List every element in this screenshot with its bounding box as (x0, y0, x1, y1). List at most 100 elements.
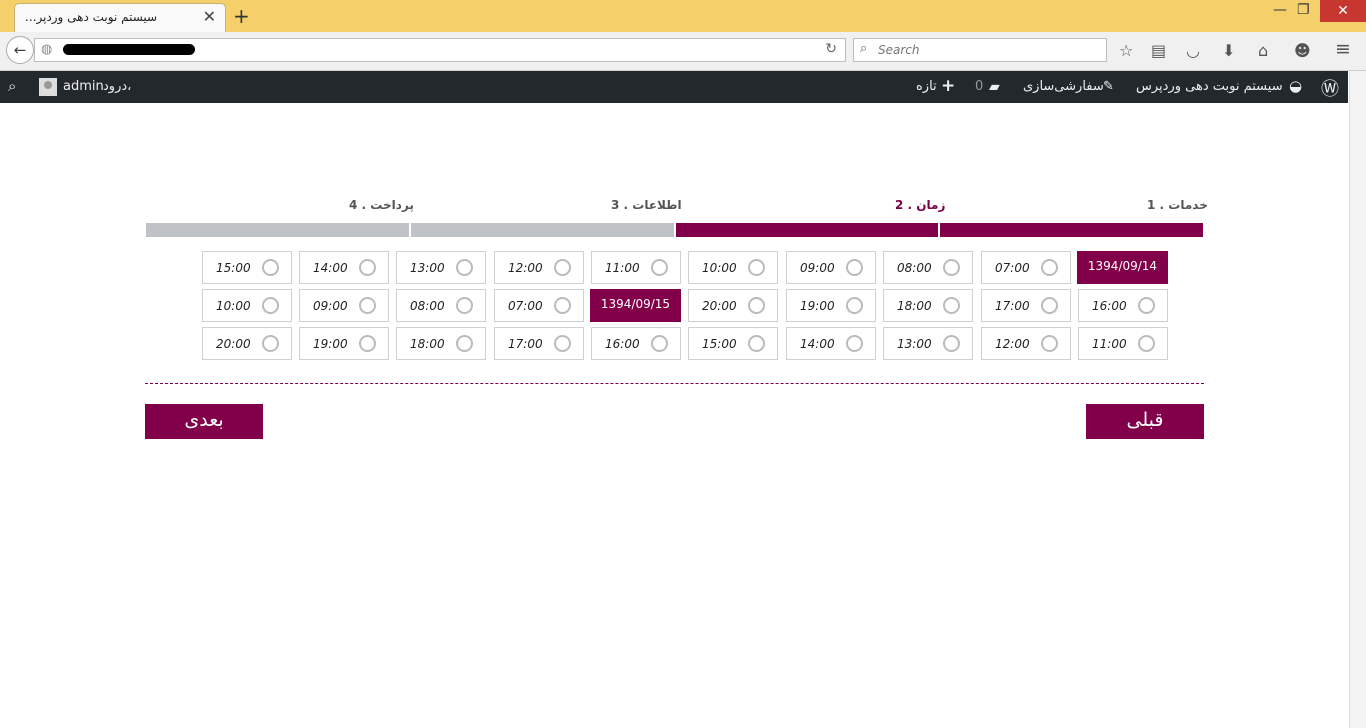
time-slot[interactable]: 07:00 (981, 251, 1071, 284)
new-content-label[interactable]: تازه (916, 79, 937, 94)
wordpress-logo-icon[interactable]: Ⓦ (1321, 75, 1339, 101)
time-slot[interactable]: 11:00 (1078, 327, 1168, 360)
url-bar[interactable]: ◍ ↻ (34, 38, 846, 62)
back-arrow-icon[interactable]: ← (6, 36, 34, 64)
time-slot-radio[interactable] (456, 259, 473, 276)
time-slot[interactable]: 17:00 (494, 327, 584, 360)
time-slot[interactable]: 08:00 (883, 251, 973, 284)
time-slot-radio[interactable] (651, 259, 668, 276)
time-slot-label: 08:00 (897, 261, 932, 275)
time-slot-label: 16:00 (1092, 299, 1127, 313)
download-icon[interactable]: ⬇ (1222, 41, 1235, 60)
site-name-link[interactable]: سیستم نوبت دهی وردپرس (1136, 79, 1283, 94)
time-slot[interactable]: 07:00 (494, 289, 584, 322)
time-slot[interactable]: 08:00 (396, 289, 486, 322)
time-slot-label: 12:00 (508, 261, 543, 275)
time-slot-radio[interactable] (1041, 297, 1058, 314)
time-slot[interactable]: 10:00 (202, 289, 292, 322)
avatar[interactable] (39, 78, 57, 96)
time-slot[interactable]: 20:00 (202, 327, 292, 360)
restore-icon[interactable]: ❐ (1297, 2, 1310, 18)
time-slot-radio[interactable] (846, 335, 863, 352)
time-slot-radio[interactable] (359, 335, 376, 352)
browser-tab[interactable]: سیستم نوبت دهی وردپر... ✕ (14, 3, 226, 32)
time-slot[interactable]: 11:00 (591, 251, 681, 284)
time-slot[interactable]: 19:00 (786, 289, 876, 322)
time-slot-radio[interactable] (359, 297, 376, 314)
time-slot-radio[interactable] (1138, 335, 1155, 352)
time-slot-radio[interactable] (846, 259, 863, 276)
time-slot-radio[interactable] (554, 259, 571, 276)
time-slot-radio[interactable] (748, 259, 765, 276)
time-slot-radio[interactable] (1041, 259, 1058, 276)
time-slot-radio[interactable] (651, 335, 668, 352)
time-slot[interactable]: 18:00 (396, 327, 486, 360)
time-slot[interactable]: 16:00 (591, 327, 681, 360)
bookmark-star-icon[interactable]: ☆ (1119, 41, 1133, 60)
time-slot-label: 09:00 (800, 261, 835, 275)
time-slot-radio[interactable] (554, 335, 571, 352)
plus-icon[interactable]: + (941, 76, 955, 96)
next-button[interactable]: بعدی (145, 404, 263, 439)
time-slot[interactable]: 17:00 (981, 289, 1071, 322)
time-slot-label: 10:00 (216, 299, 251, 313)
new-tab-button[interactable]: + (233, 4, 250, 28)
time-slot[interactable]: 10:00 (688, 251, 778, 284)
browser-tab-strip: سیستم نوبت دهی وردپر... ✕ + — ❐ ✕ (0, 0, 1366, 32)
time-slot-radio[interactable] (262, 335, 279, 352)
time-slot[interactable]: 20:00 (688, 289, 778, 322)
time-slot-radio[interactable] (748, 335, 765, 352)
pocket-icon[interactable]: ◡ (1186, 41, 1200, 60)
customize-link[interactable]: سفارشی‌سازی (1023, 79, 1104, 94)
time-slot[interactable]: 12:00 (494, 251, 584, 284)
home-icon[interactable]: ⌂ (1258, 41, 1268, 60)
time-slot[interactable]: 14:00 (299, 251, 389, 284)
window-close-icon[interactable]: ✕ (1320, 0, 1366, 22)
time-slot[interactable]: 18:00 (883, 289, 973, 322)
close-tab-icon[interactable]: ✕ (203, 7, 216, 26)
time-slot-radio[interactable] (943, 297, 960, 314)
time-slot-label: 07:00 (995, 261, 1030, 275)
time-slot-radio[interactable] (359, 259, 376, 276)
reading-list-icon[interactable]: ▤ (1151, 41, 1166, 60)
time-slot-label: 17:00 (508, 337, 543, 351)
time-slot[interactable]: 13:00 (883, 327, 973, 360)
time-slot-radio[interactable] (554, 297, 571, 314)
time-slot-radio[interactable] (748, 297, 765, 314)
time-slot[interactable]: 16:00 (1078, 289, 1168, 322)
comment-icon[interactable]: ▰ (989, 79, 1000, 95)
comments-count[interactable]: 0 (975, 79, 983, 94)
time-slot[interactable]: 19:00 (299, 327, 389, 360)
time-slot-radio[interactable] (456, 335, 473, 352)
time-slot[interactable]: 14:00 (786, 327, 876, 360)
time-slot[interactable]: 13:00 (396, 251, 486, 284)
dashboard-icon[interactable]: ◒ (1289, 77, 1302, 95)
redacted-url (63, 44, 195, 55)
page-scrollbar[interactable] (1349, 71, 1366, 728)
time-slot[interactable]: 09:00 (786, 251, 876, 284)
time-slot-radio[interactable] (262, 297, 279, 314)
time-slot[interactable]: 15:00 (688, 327, 778, 360)
previous-button[interactable]: قبلی (1086, 404, 1204, 439)
search-box[interactable]: ⌕ (853, 38, 1107, 62)
time-slot-radio[interactable] (943, 259, 960, 276)
step-bar-services (940, 223, 1203, 237)
time-slot-radio[interactable] (943, 335, 960, 352)
admin-user[interactable]: admin (63, 79, 104, 94)
time-slot-radio[interactable] (1138, 297, 1155, 314)
time-slot[interactable]: 15:00 (202, 251, 292, 284)
admin-search-icon[interactable]: ⌕ (8, 77, 16, 95)
time-slot[interactable]: 09:00 (299, 289, 389, 322)
time-slot-radio[interactable] (1041, 335, 1058, 352)
reload-icon[interactable]: ↻ (825, 41, 837, 57)
search-input[interactable] (876, 42, 1100, 58)
time-slot-radio[interactable] (456, 297, 473, 314)
time-slot-radio[interactable] (262, 259, 279, 276)
minimize-icon[interactable]: — (1273, 2, 1287, 18)
greeting: درود، (103, 79, 132, 94)
hello-icon[interactable]: ☻ (1294, 41, 1311, 60)
time-slot-radio[interactable] (846, 297, 863, 314)
menu-icon[interactable]: ≡ (1335, 38, 1351, 60)
step-bar-payment (146, 223, 409, 237)
time-slot[interactable]: 12:00 (981, 327, 1071, 360)
